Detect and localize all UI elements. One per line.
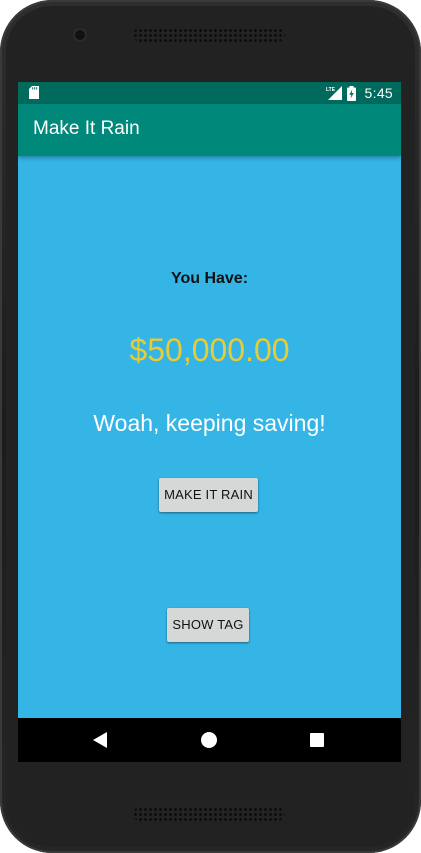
app-toolbar: Make It Rain — [18, 104, 401, 156]
balance-label: You Have: — [170, 270, 249, 287]
top-speaker-grille — [133, 28, 285, 42]
phone-frame: LTE 5:45 Make It Rain You Have: $50,000.… — [0, 0, 421, 853]
navigation-bar — [18, 718, 401, 762]
main-content: You Have: $50,000.00 Woah, keeping savin… — [18, 156, 401, 718]
balance-amount: $50,000.00 — [129, 332, 290, 368]
recents-icon[interactable] — [310, 733, 324, 747]
status-clock: 5:45 — [364, 85, 393, 101]
svg-text:LTE: LTE — [326, 87, 336, 93]
show-tag-button[interactable]: SHOW TAG — [167, 608, 249, 642]
home-icon[interactable] — [201, 732, 217, 748]
battery-charging-icon — [346, 85, 356, 101]
front-camera — [75, 30, 85, 40]
status-message: Woah, keeping saving! — [93, 410, 326, 436]
status-icons: LTE 5:45 — [326, 82, 393, 104]
status-bar: LTE 5:45 — [18, 82, 401, 104]
make-it-rain-button[interactable]: MAKE IT RAIN — [159, 478, 258, 512]
sd-card-icon — [29, 86, 39, 99]
screen: LTE 5:45 Make It Rain You Have: $50,000.… — [18, 82, 401, 762]
lte-signal-icon: LTE — [326, 86, 342, 100]
back-icon[interactable] — [93, 732, 107, 748]
app-title: Make It Rain — [33, 118, 140, 139]
bottom-speaker-grille — [133, 807, 285, 821]
